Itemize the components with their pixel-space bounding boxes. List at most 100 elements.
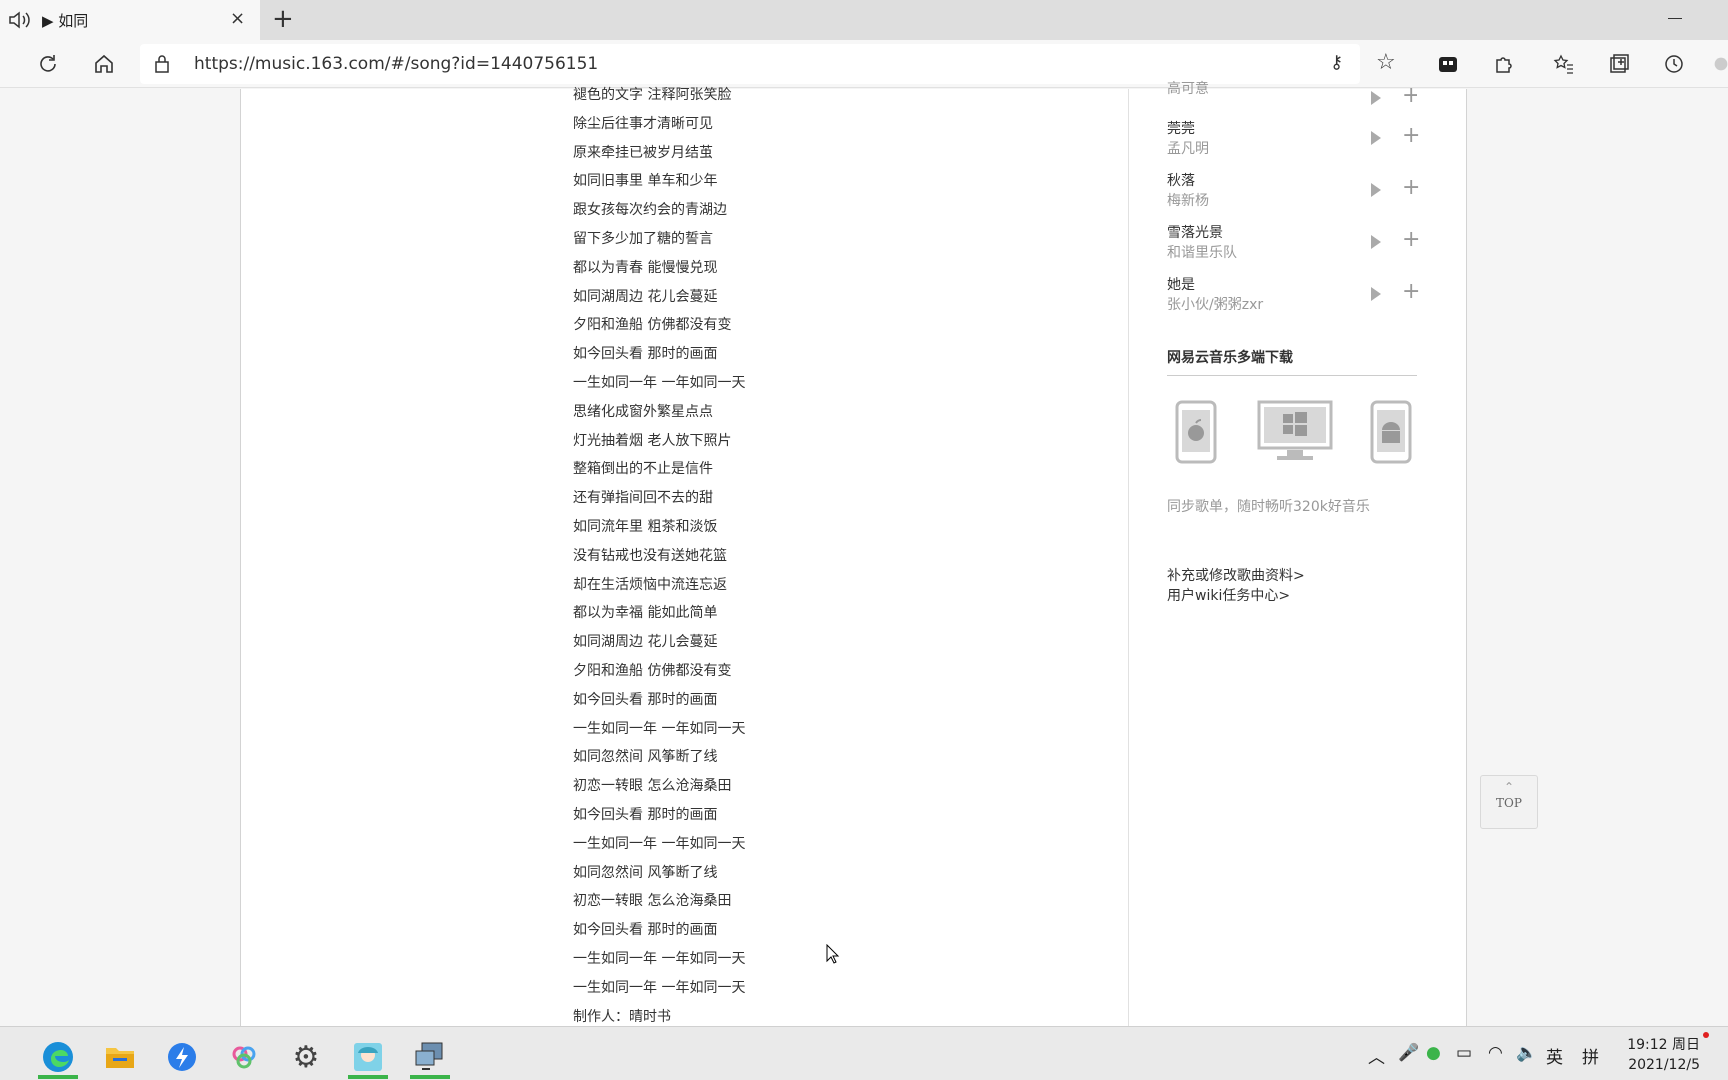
page-viewport: 褪色的文字 注释阿张笑脸 除尘后往事才清晰可见 原来牵挂已被岁月结茧 如同旧事里 单车… <box>0 81 1728 1026</box>
lyric-line: 如同流年里 粗茶和淡饭 <box>573 518 718 535</box>
clock-time: 19:12 周日 <box>1627 1037 1700 1053</box>
taskbar-app-live2d[interactable] <box>342 1035 394 1079</box>
home-icon[interactable] <box>90 50 118 78</box>
add-to-playlist-icon[interactable]: + <box>1402 227 1420 252</box>
main-content: 褪色的文字 注释阿张笑脸 除尘后往事才清晰可见 原来牵挂已被岁月结茧 如同旧事里 单车… <box>240 81 1467 1026</box>
taskbar: ⚙ ︿ 🎤 ● ▭ ◠ 🔈 英 拼 19:12 周日 2021/12/5 <box>0 1026 1728 1080</box>
lyric-line: 如今回头看 那时的画面 <box>573 806 718 823</box>
collections-icon[interactable] <box>1434 50 1462 78</box>
add-favorite-icon[interactable]: ☆ <box>1376 50 1396 75</box>
collections-add-icon[interactable] <box>1605 50 1633 78</box>
lyric-line: 跟女孩每次约会的青湖边 <box>573 202 727 219</box>
lyric-line: 褪色的文字 注释阿张笑脸 <box>573 87 732 103</box>
add-to-playlist-icon[interactable]: + <box>1402 279 1420 304</box>
back-to-top-button[interactable]: ⌃ TOP <box>1480 775 1538 829</box>
lyric-line: 如同忽然间 风筝断了线 <box>573 749 718 766</box>
windows-download-icon[interactable] <box>1257 400 1333 462</box>
clock[interactable]: 19:12 周日 2021/12/5 <box>1620 1035 1700 1075</box>
minimize-button[interactable] <box>1668 18 1682 19</box>
extensions-icon[interactable] <box>1490 50 1518 78</box>
lyric-line: 如同湖周边 花儿会蔓延 <box>573 634 718 651</box>
lyric-line: 一生如同一年 一年如同一天 <box>573 979 746 996</box>
lyric-line: 初恋一转眼 怎么沧海桑田 <box>573 778 732 795</box>
similar-song-item: 秋落 梅新杨 + <box>1167 171 1420 223</box>
wifi-icon[interactable]: ◠ <box>1488 1043 1503 1063</box>
lyric-line: 初恋一转眼 怎么沧海桑田 <box>573 893 732 910</box>
add-to-playlist-icon[interactable]: + <box>1402 123 1420 148</box>
download-divider <box>1167 375 1417 376</box>
taskbar-app-thunder[interactable] <box>156 1035 208 1079</box>
ios-download-icon[interactable] <box>1175 400 1217 464</box>
lyric-line: 一生如同一年 一年如同一天 <box>573 950 746 967</box>
lyric-line: 如今回头看 那时的画面 <box>573 691 718 708</box>
security-shield-icon[interactable]: ● <box>1426 1043 1441 1063</box>
lyric-line: 如同旧事里 单车和少年 <box>573 173 718 190</box>
play-icon[interactable] <box>1371 91 1381 105</box>
browser-tab[interactable]: ▶ 如同 × <box>0 0 260 40</box>
lyrics-panel: 褪色的文字 注释阿张笑脸 除尘后往事才清晰可见 原来牵挂已被岁月结茧 如同旧事里 单车… <box>573 81 973 1031</box>
lyric-line: 如今回头看 那时的画面 <box>573 922 718 939</box>
column-divider <box>1128 89 1129 1026</box>
play-icon[interactable] <box>1371 183 1381 197</box>
lyric-line: 留下多少加了糖的誓言 <box>573 230 713 247</box>
taskbar-settings[interactable]: ⚙ <box>280 1035 332 1079</box>
new-tab-button[interactable]: + <box>272 4 294 34</box>
lyric-line: 灯光抽着烟 老人放下照片 <box>573 432 732 449</box>
edit-song-info-link[interactable]: 补充或修改歌曲资料> <box>1167 565 1305 585</box>
url-text[interactable]: https://music.163.com/#/song?id=14407561… <box>194 54 598 74</box>
download-icons <box>1167 400 1417 464</box>
lyric-line: 却在生活烦恼中流连忘返 <box>573 576 727 593</box>
volume-icon[interactable]: 🔈 <box>1516 1043 1537 1063</box>
lock-icon[interactable] <box>154 54 170 74</box>
lyric-line: 夕阳和渔船 仿佛都没有变 <box>573 662 732 679</box>
history-icon[interactable] <box>1660 50 1688 78</box>
favorites-icon[interactable] <box>1550 50 1578 78</box>
taskbar-edge[interactable] <box>32 1035 84 1079</box>
android-download-icon[interactable] <box>1370 400 1412 464</box>
lyric-line: 都以为青春 能慢慢兑现 <box>573 259 718 276</box>
play-icon[interactable] <box>1371 131 1381 145</box>
ime-mode[interactable]: 拼 <box>1582 1043 1599 1068</box>
similar-song-item: 莞莞 孟凡明 + <box>1167 119 1420 171</box>
lyric-line: 夕阳和渔船 仿佛都没有变 <box>573 317 732 334</box>
speaker-icon[interactable] <box>8 10 32 30</box>
computer-app-icon <box>415 1042 443 1070</box>
active-indicator <box>38 1075 78 1079</box>
add-to-playlist-icon[interactable]: + <box>1402 83 1417 108</box>
refresh-icon[interactable] <box>34 50 62 78</box>
taskbar-app-remote[interactable] <box>404 1035 456 1079</box>
lyric-line: 一生如同一年 一年如同一天 <box>573 835 746 852</box>
mouse-cursor-icon <box>826 944 840 964</box>
lyric-line: 还有弹指间回不去的甜 <box>573 490 713 507</box>
tab-close-icon[interactable]: × <box>230 8 245 29</box>
address-bar[interactable]: https://music.163.com/#/song?id=14407561… <box>140 44 1396 84</box>
download-description: 同步歌单，随时畅听320k好音乐 <box>1167 499 1370 515</box>
folder-icon <box>106 1048 134 1068</box>
download-title: 网易云音乐多端下载 <box>1167 350 1293 366</box>
lyric-line: 除尘后往事才清晰可见 <box>573 115 713 132</box>
wiki-task-center-link[interactable]: 用户wiki任务中心> <box>1167 585 1290 605</box>
similar-song-item: 她是 张小伙/粥粥zxr + <box>1167 275 1420 327</box>
taskbar-file-explorer[interactable] <box>94 1035 146 1079</box>
browser-tab-bar: ▶ 如同 × + <box>0 0 1728 40</box>
play-icon[interactable] <box>1371 235 1381 249</box>
add-to-playlist-icon[interactable]: + <box>1402 175 1420 200</box>
edge-icon <box>43 1042 73 1072</box>
lyric-line: 如同湖周边 花儿会蔓延 <box>573 288 718 305</box>
microphone-icon[interactable]: 🎤 <box>1398 1043 1419 1063</box>
profile-icon[interactable] <box>1714 50 1728 78</box>
lyric-line: 一生如同一年 一年如同一天 <box>573 720 746 737</box>
lyric-line: 思绪化成窗外繁星点点 <box>573 403 713 420</box>
lyric-line: 如今回头看 那时的画面 <box>573 346 718 363</box>
key-icon[interactable]: ⚷ <box>1330 52 1343 73</box>
battery-icon[interactable]: ▭ <box>1456 1043 1472 1063</box>
lyric-line: 如同忽然间 风筝断了线 <box>573 864 718 881</box>
ime-language[interactable]: 英 <box>1546 1043 1563 1068</box>
taskbar-app-baidu[interactable] <box>218 1035 270 1079</box>
chevron-up-icon: ⌃ <box>1503 780 1515 794</box>
play-icon[interactable] <box>1371 287 1381 301</box>
chevron-up-tray-icon[interactable]: ︿ <box>1368 1043 1385 1068</box>
active-indicator <box>410 1075 450 1079</box>
clock-date: 2021/12/5 <box>1628 1057 1700 1073</box>
anime-app-icon <box>354 1043 382 1071</box>
